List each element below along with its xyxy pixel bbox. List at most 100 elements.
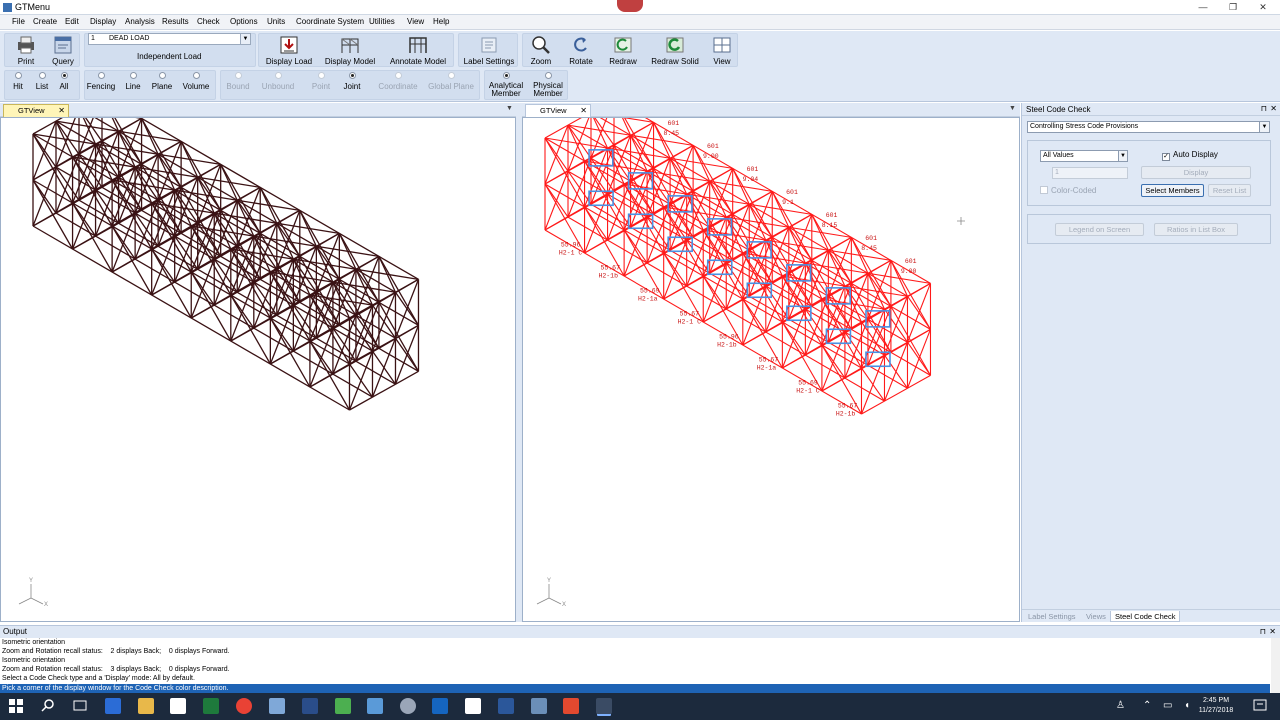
- radio-line[interactable]: Line: [124, 72, 142, 91]
- mail-icon[interactable]: [170, 698, 186, 714]
- radio-physical-member[interactable]: Physical Member: [532, 72, 564, 98]
- tab-label-settings[interactable]: Label Settings: [1024, 611, 1080, 622]
- menu-view[interactable]: View: [407, 17, 424, 26]
- redraw-solid-button[interactable]: Redraw Solid: [647, 34, 703, 66]
- menu-file[interactable]: File: [12, 17, 25, 26]
- member-line: [544, 98, 615, 139]
- app-icon[interactable]: [531, 698, 547, 714]
- query-button[interactable]: Query: [47, 34, 79, 66]
- camtasia-icon[interactable]: [335, 698, 351, 714]
- menu-help[interactable]: Help: [433, 17, 449, 26]
- menu-coordinate-system[interactable]: Coordinate System: [296, 17, 364, 26]
- people-icon[interactable]: ♙: [1116, 700, 1125, 711]
- code-provisions-select[interactable]: Controlling Stress Code Provisions ▼: [1027, 121, 1270, 133]
- values-select[interactable]: All Values ▼: [1040, 150, 1128, 162]
- app-icon[interactable]: [563, 698, 579, 714]
- search-icon[interactable]: [40, 698, 56, 714]
- app-icon[interactable]: [367, 698, 383, 714]
- menu-units[interactable]: Units: [267, 17, 285, 26]
- view-button[interactable]: View: [707, 34, 737, 66]
- member-label: 55.67: [600, 265, 620, 272]
- member-line: [111, 225, 153, 296]
- excel-icon[interactable]: [203, 698, 219, 714]
- radio-plane[interactable]: Plane: [151, 72, 173, 91]
- radio-all[interactable]: All: [57, 72, 71, 91]
- menu-check[interactable]: Check: [197, 17, 220, 26]
- volume-icon[interactable]: ◖: [1184, 700, 1190, 711]
- radio-fencing[interactable]: Fencing: [86, 72, 116, 91]
- auto-display-checkbox[interactable]: ✓ Auto Display: [1162, 150, 1218, 161]
- tab-steel-code-check[interactable]: Steel Code Check: [1110, 611, 1181, 622]
- rotate-button[interactable]: Rotate: [563, 34, 599, 66]
- radio-list[interactable]: List: [33, 72, 51, 91]
- annotate-icon: [409, 37, 427, 53]
- windows-start-icon[interactable]: [8, 698, 24, 714]
- word-icon[interactable]: [498, 698, 514, 714]
- right-view-header: GTView ✕ ▼: [522, 103, 1020, 117]
- menu-utilities[interactable]: Utilities: [369, 17, 395, 26]
- radio-joint[interactable]: Joint: [341, 72, 363, 91]
- gtstrudl-icon[interactable]: [596, 698, 612, 714]
- display-model-button[interactable]: Display Model: [321, 34, 379, 66]
- menu-display[interactable]: Display: [90, 17, 116, 26]
- file-explorer-icon[interactable]: [138, 698, 154, 714]
- outlook-icon[interactable]: [432, 698, 448, 714]
- print-button[interactable]: Print: [9, 34, 43, 66]
- member-label: 55.69: [640, 288, 660, 295]
- app-icon[interactable]: [269, 698, 285, 714]
- menu-results[interactable]: Results: [162, 17, 189, 26]
- redraw-button[interactable]: Redraw: [605, 34, 641, 66]
- close-icon[interactable]: ✕: [1269, 627, 1276, 636]
- member-label: 55.67: [838, 403, 858, 410]
- menu-create[interactable]: Create: [33, 17, 57, 26]
- zoom-button[interactable]: Zoom: [525, 34, 557, 66]
- radio-hit[interactable]: Hit: [11, 72, 25, 91]
- menu-analysis[interactable]: Analysis: [125, 17, 155, 26]
- store-icon[interactable]: [105, 698, 121, 714]
- menu-edit[interactable]: Edit: [65, 17, 79, 26]
- close-icon[interactable]: ✕: [580, 105, 587, 116]
- recording-icon: [617, 0, 643, 12]
- annotate-model-button[interactable]: Annotate Model: [385, 34, 451, 66]
- task-view-icon[interactable]: [72, 698, 88, 714]
- chevron-down-icon: ▼: [1118, 151, 1127, 161]
- pin-icon[interactable]: ⊓: [1260, 627, 1266, 636]
- pin-icon[interactable]: ⊓: [1261, 104, 1267, 113]
- close-icon[interactable]: ✕: [58, 105, 65, 116]
- tab-views[interactable]: Views: [1082, 611, 1110, 622]
- battery-icon[interactable]: ▭: [1163, 700, 1172, 711]
- member-line: [890, 306, 931, 376]
- member-label: 8.45: [861, 245, 877, 252]
- select-members-button[interactable]: Select Members: [1141, 184, 1204, 197]
- settings-icon[interactable]: [400, 698, 416, 714]
- app-icon[interactable]: [302, 698, 318, 714]
- member-line: [32, 133, 57, 168]
- menu-options[interactable]: Options: [230, 17, 258, 26]
- chevron-down-icon[interactable]: ▼: [506, 105, 513, 112]
- radio-physical-indicator: [544, 72, 552, 79]
- chrome-icon[interactable]: [236, 698, 252, 714]
- checkmark-icon: ✓: [1162, 153, 1170, 161]
- tab-gtview-left[interactable]: GTView ✕: [3, 104, 69, 117]
- right-view-canvas[interactable]: 6018.1555.96H2-1 C6018.4555.67H2-1b6019.…: [522, 97, 1020, 622]
- radio-analytical-member[interactable]: Analytical Member: [488, 72, 524, 98]
- minimize-button[interactable]: —: [1188, 0, 1218, 15]
- chevron-up-icon[interactable]: ⌃: [1143, 700, 1151, 711]
- output-scrollbar[interactable]: [1271, 638, 1280, 694]
- taskbar: ♙ ⌃ ▭ ◖ 2:45 PM 11/27/2018: [0, 693, 1280, 720]
- load-case-select[interactable]: 1 DEAD LOAD ▼: [88, 33, 251, 45]
- chevron-down-icon[interactable]: ▼: [1009, 105, 1016, 112]
- radio-volume[interactable]: Volume: [182, 72, 210, 91]
- left-view-canvas[interactable]: YX: [0, 94, 516, 622]
- close-button[interactable]: ✕: [1248, 0, 1278, 15]
- notification-icon[interactable]: [1252, 698, 1268, 714]
- notepad-icon[interactable]: [465, 698, 481, 714]
- display-load-button[interactable]: Display Load: [261, 34, 317, 66]
- restore-button[interactable]: ❐: [1218, 0, 1248, 15]
- close-icon[interactable]: ✕: [1270, 104, 1277, 113]
- system-clock[interactable]: 2:45 PM 11/27/2018: [1196, 696, 1236, 716]
- label-settings-button[interactable]: Label Settings: [461, 34, 517, 66]
- member-label: 601: [786, 189, 798, 196]
- member-label: H2-1a: [757, 365, 777, 372]
- tab-gtview-right[interactable]: GTView ✕: [525, 104, 591, 117]
